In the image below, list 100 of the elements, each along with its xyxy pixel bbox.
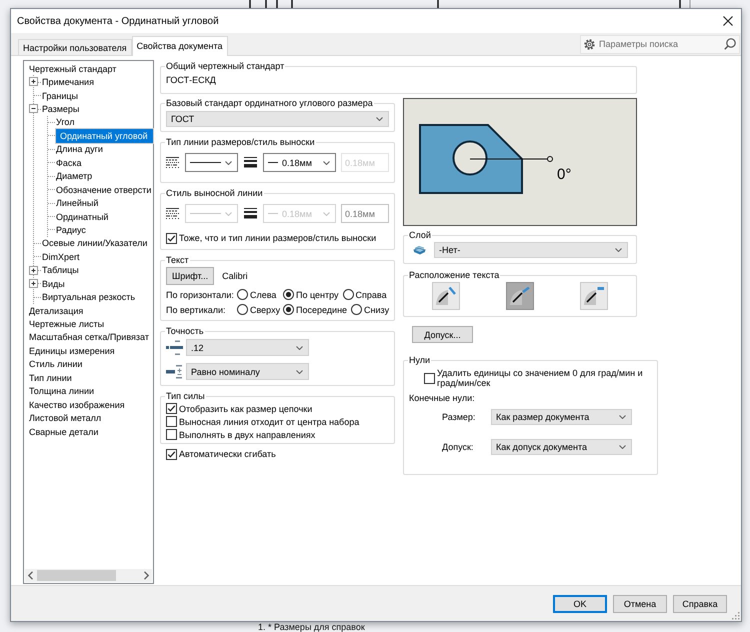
radio-option[interactable]: По центру xyxy=(283,288,339,300)
zeros-dropdown[interactable]: Как размер документа xyxy=(491,409,632,425)
precision-icon xyxy=(166,340,184,356)
tree-item[interactable]: Виды xyxy=(41,278,66,290)
zeros-dropdown[interactable]: Как допуск документа xyxy=(491,439,632,455)
caret-icon xyxy=(323,160,330,164)
radio-option[interactable]: Снизу xyxy=(351,304,390,316)
tree-item[interactable]: Стиль линии xyxy=(28,358,84,370)
font-button[interactable]: Шрифт... xyxy=(166,267,214,285)
caret-icon xyxy=(225,212,232,216)
caret-icon xyxy=(225,160,232,164)
standard-dropdown[interactable]: ГОСТ xyxy=(166,111,389,127)
group-title: Базовый стандарт ординатного углового размера xyxy=(165,98,374,109)
tree-item[interactable]: Листовой металл xyxy=(28,412,102,424)
checkbox[interactable]: Выполнять в двух направлениях xyxy=(166,428,389,441)
plus-box-icon[interactable] xyxy=(29,266,38,275)
settings-icon xyxy=(584,38,595,50)
radio-option[interactable]: Сверху xyxy=(237,304,279,316)
group-title: Общий чертежный стандарт xyxy=(165,61,286,72)
caret-icon xyxy=(619,415,626,419)
tree-item[interactable]: Угол xyxy=(55,116,76,128)
tree-item[interactable]: Диаметр xyxy=(55,170,94,182)
tree-item[interactable]: Линейный xyxy=(55,197,100,210)
line-weight-dropdown[interactable]: 0.18мм xyxy=(263,153,336,172)
tree-item[interactable]: Размеры xyxy=(41,103,80,116)
tree-item[interactable]: Границы xyxy=(41,90,79,102)
tree-item[interactable]: Сварные детали xyxy=(28,426,100,438)
window-title: Свойства документа - Ординатный угловой xyxy=(17,16,220,26)
search-icon xyxy=(724,38,736,50)
plus-box-icon[interactable] xyxy=(29,77,38,86)
checkbox[interactable]: Тоже, что и тип линии размеров/стиль выноски xyxy=(166,232,389,244)
layer-dropdown[interactable]: -Нет- xyxy=(434,242,628,258)
help-button[interactable]: Справка xyxy=(673,595,727,613)
group-title: Стиль выносной линии xyxy=(165,188,264,199)
tree-item[interactable]: Толщина линии xyxy=(28,385,96,398)
caret-icon xyxy=(296,346,303,350)
precision-dropdown[interactable]: .12 xyxy=(186,339,309,356)
tab[interactable]: Свойства документа xyxy=(132,36,228,56)
tree-item[interactable]: Ординатный угловой xyxy=(55,128,154,144)
search-field[interactable]: Параметры поиска xyxy=(580,34,740,54)
layer-icon xyxy=(413,245,426,255)
tolerance-button[interactable]: Допуск... xyxy=(412,326,473,343)
group-title: Текст xyxy=(165,255,190,266)
scroll-right-icon[interactable] xyxy=(143,571,150,580)
ok-button[interactable]: OK xyxy=(553,595,607,613)
angle-label: 0° xyxy=(557,166,572,183)
solid-line-icon xyxy=(190,212,221,215)
checkbox[interactable]: Удалить единицы со значением 0 для град/мин и град/мин/сек xyxy=(424,368,652,388)
tree-item[interactable]: Масштабная сетка/Привязат xyxy=(28,331,150,344)
scrollbar-thumb[interactable] xyxy=(37,570,116,581)
tree-item[interactable]: Детализация xyxy=(28,304,84,317)
radio-option[interactable]: Слева xyxy=(237,288,279,300)
tree-item[interactable]: Радиус xyxy=(55,224,87,236)
font-name: Calibri xyxy=(222,271,248,281)
tolerance-dropdown[interactable]: Равно номиналу xyxy=(186,363,309,380)
tab[interactable]: Настройки пользователя xyxy=(18,39,132,55)
text-position-button[interactable] xyxy=(432,282,460,310)
tree-item[interactable]: Обозначение отверсти xyxy=(55,184,152,196)
solid-line-icon xyxy=(190,161,221,164)
thin-line-icon xyxy=(268,161,278,164)
scroll-left-icon[interactable] xyxy=(27,571,34,580)
radio-option[interactable]: Посередине xyxy=(283,304,348,316)
tree-item[interactable]: Единицы измерения xyxy=(28,344,116,357)
plus-box-icon[interactable] xyxy=(29,279,38,288)
tree-item[interactable]: Примечания xyxy=(41,76,95,88)
tree-item[interactable]: DimXpert xyxy=(41,250,81,263)
tree-item[interactable]: Тип линии xyxy=(28,372,73,384)
alignment-label: По вертикали: xyxy=(166,304,227,314)
radio-option[interactable]: Справа xyxy=(342,288,387,300)
tree-item[interactable]: Чертежные листы xyxy=(28,318,106,330)
checkbox[interactable]: Автоматически сгибать xyxy=(166,448,395,460)
tree-item[interactable]: Качество изображения xyxy=(28,398,126,411)
checkbox[interactable]: Выносная линия отходит от центра набора xyxy=(166,415,389,428)
tree-item[interactable]: Виртуальная резкость xyxy=(41,291,136,304)
tree-item[interactable]: Длина дуги xyxy=(55,143,104,156)
tree-item[interactable]: Ординатный xyxy=(55,210,110,223)
angled-leader-icon xyxy=(436,287,456,305)
text-position-button[interactable] xyxy=(506,282,534,310)
line-style-icon xyxy=(166,157,179,168)
tree-item[interactable]: Фаска xyxy=(55,156,82,169)
thin-line-icon xyxy=(268,212,278,215)
group-title: Точность xyxy=(165,326,205,337)
trailing-zeros-label: Конечные нули: xyxy=(409,393,476,404)
text-position-button[interactable] xyxy=(580,282,608,310)
standard-value: ГОСТ-ЕСКД xyxy=(166,74,217,87)
line-weight-icon xyxy=(244,157,257,168)
tree-item[interactable]: Таблицы xyxy=(41,264,80,276)
cancel-button[interactable]: Отмена xyxy=(613,595,667,613)
tree-item[interactable]: Осевые линии/Указатели xyxy=(41,237,148,250)
checkbox[interactable]: Отобразить как размер цепочки xyxy=(166,402,389,415)
line-style-dropdown[interactable] xyxy=(185,153,238,172)
field-label: Размер: xyxy=(441,412,476,422)
drawing-note: 1. * Размеры для справок xyxy=(258,622,365,632)
line-weight-field[interactable]: 0.18мм xyxy=(341,204,389,223)
tree-item[interactable]: Чертежный стандарт xyxy=(28,62,118,75)
group-title: Слой xyxy=(408,230,432,241)
caret-icon xyxy=(615,248,622,252)
line-weight-icon xyxy=(244,208,257,219)
resize-grip-icon xyxy=(731,611,740,620)
minus-box-icon[interactable] xyxy=(29,104,38,114)
